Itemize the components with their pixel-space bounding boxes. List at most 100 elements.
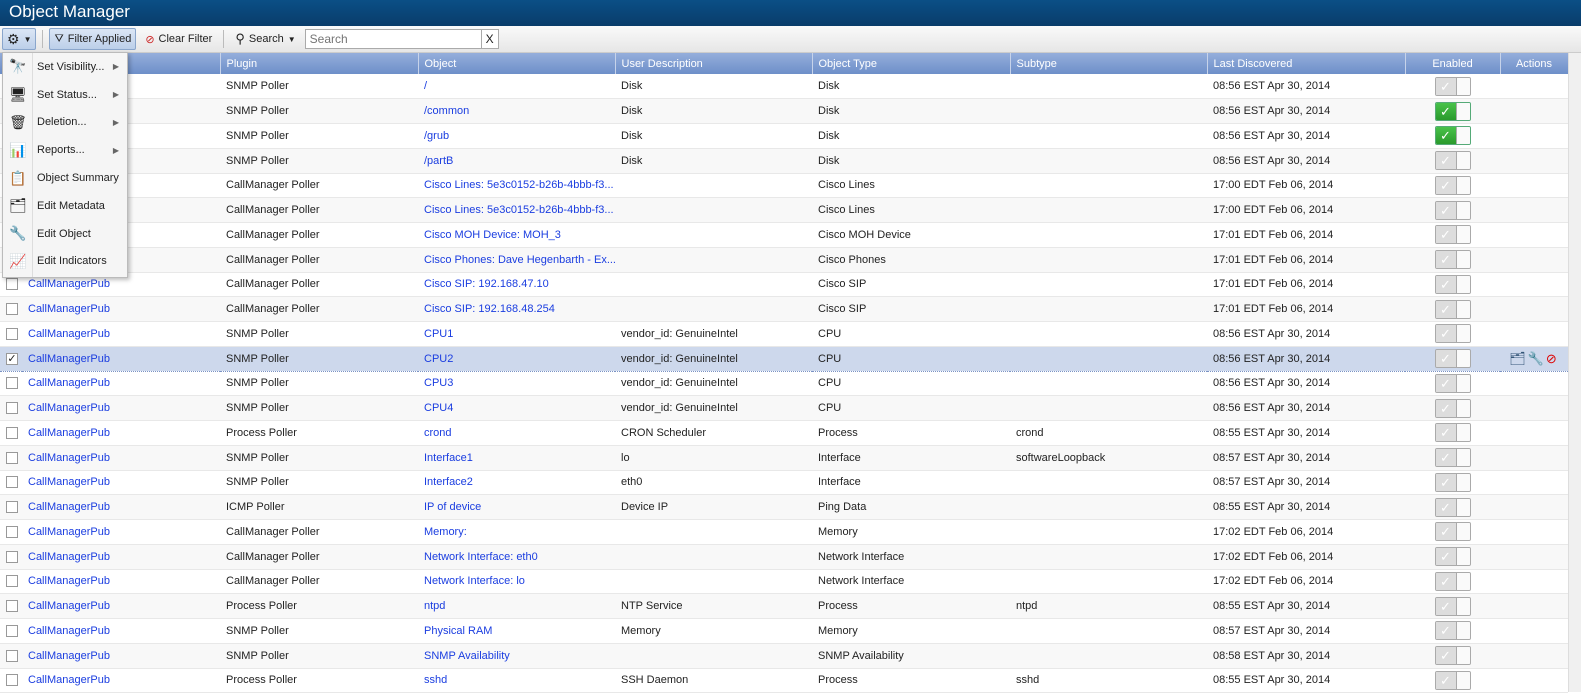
search-input[interactable] <box>305 30 481 48</box>
row-checkbox[interactable] <box>6 674 18 687</box>
cell-object[interactable]: CPU2 <box>418 345 615 372</box>
column-header[interactable]: Last Discovered <box>1207 53 1406 74</box>
row-checkbox[interactable] <box>6 525 18 538</box>
cell-object[interactable]: ntpd <box>418 593 615 619</box>
table-row[interactable]: CallManagerPub SNMP Poller CPU3 vendor_id: … <box>0 371 1568 397</box>
table-row[interactable]: CallManagerPub SNMP Poller SNMP Availabili… <box>0 643 1568 669</box>
table-row[interactable]: CallManager Poller Cisco Lines: 5e3c0152-… <box>0 197 1568 223</box>
cell-object[interactable]: CPU1 <box>418 321 615 347</box>
cell-device[interactable]: CallManagerPub <box>22 321 220 347</box>
enabled-toggle[interactable]: ✓ <box>1434 621 1471 641</box>
row-checkbox[interactable] <box>6 278 18 291</box>
column-header[interactable]: Subtype <box>1010 53 1208 74</box>
cell-device[interactable]: CallManagerPub <box>22 519 220 545</box>
table-row[interactable]: CallManagerPub CallManager Poller Cisco SI… <box>0 296 1568 322</box>
cell-device[interactable]: CallManagerPub <box>22 395 220 421</box>
cell-object[interactable]: CPU4 <box>418 395 615 421</box>
enabled-toggle[interactable]: ✓ <box>1434 522 1471 542</box>
enabled-toggle[interactable]: ✓ <box>1434 175 1471 195</box>
enabled-toggle[interactable]: ✓ <box>1434 398 1471 418</box>
menu-item-reports[interactable]: 📊 Reports... ▶ <box>3 136 127 164</box>
enabled-toggle[interactable]: ✓ <box>1434 274 1471 294</box>
clear-filter-button[interactable]: ⊘ Clear Filter <box>140 28 217 50</box>
filter-applied-button[interactable]: ⛛ Filter Applied <box>49 28 137 50</box>
enabled-toggle[interactable]: ✓ <box>1434 646 1471 666</box>
column-header[interactable]: Actions <box>1500 53 1569 74</box>
search-options-button[interactable]: ⚲ Search ▼ <box>230 28 300 50</box>
menu-item-set-status[interactable]: 🖥 Set Status... ▶ <box>3 81 127 109</box>
cell-device[interactable]: CallManagerPub <box>22 569 220 595</box>
enabled-toggle[interactable]: ✓ <box>1434 225 1471 245</box>
enabled-toggle[interactable]: ✓ <box>1434 126 1471 146</box>
menu-item-edit-metadata[interactable]: 🗂 Edit Metadata <box>3 192 127 220</box>
table-row[interactable]: CallManagerPub CallManager Poller Network … <box>0 569 1568 595</box>
cell-object[interactable]: / <box>418 74 615 100</box>
cell-object[interactable]: Physical RAM <box>418 618 615 644</box>
cell-object[interactable]: Network Interface: lo <box>418 569 615 595</box>
row-checkbox[interactable] <box>6 624 18 637</box>
table-row[interactable]: CallManager Poller Cisco Phones: Dave Heg… <box>0 247 1568 273</box>
enabled-toggle[interactable]: ✓ <box>1434 299 1471 319</box>
table-row[interactable]: CallManagerPub Process Poller ntpd NTP Serv… <box>0 593 1568 619</box>
enabled-toggle[interactable]: ✓ <box>1434 76 1471 96</box>
table-row[interactable]: SNMP Poller/partB Disk Disk 08:56 EST Apr 3… <box>0 148 1568 174</box>
cell-object[interactable]: /partB <box>418 148 615 174</box>
row-checkbox[interactable] <box>6 550 18 563</box>
clear-search-button[interactable]: X <box>480 30 498 48</box>
cell-object[interactable]: sshd <box>418 668 615 693</box>
row-checkbox[interactable] <box>6 476 18 489</box>
column-header[interactable]: User Description <box>615 53 813 74</box>
table-row[interactable]: CallManager Poller Cisco MOH Device: MOH_… <box>0 222 1568 248</box>
table-row[interactable]: ✓ CallManagerPub SNMP Poller CPU2 vendor_id:… <box>0 345 1568 372</box>
cell-object[interactable]: Cisco Lines: 5e3c0152-b26b-4bbb-f3... <box>418 173 615 199</box>
enabled-toggle[interactable]: ✓ <box>1434 497 1471 517</box>
table-row[interactable]: SNMP Poller/common Disk Disk 08:56 EST Apr … <box>0 98 1568 124</box>
enabled-toggle[interactable]: ✓ <box>1434 250 1471 270</box>
cell-device[interactable]: CallManagerPub <box>22 618 220 644</box>
menu-item-deletion[interactable]: 🗑 Deletion... ▶ <box>3 109 127 137</box>
cell-object[interactable]: Memory: <box>418 519 615 545</box>
cell-object[interactable]: Cisco SIP: 192.168.47.10 <box>418 272 615 298</box>
table-row[interactable]: CallManagerPub SNMP Poller CPU4 vendor_id: … <box>0 395 1568 421</box>
enabled-toggle[interactable]: ✓ <box>1434 571 1471 591</box>
row-checkbox[interactable] <box>6 600 18 613</box>
cell-device[interactable]: CallManagerPub <box>22 345 220 372</box>
column-header[interactable]: Plugin <box>220 53 419 74</box>
table-row[interactable]: CallManagerPub CallManager Poller Memory: M… <box>0 519 1568 545</box>
cell-device[interactable]: CallManagerPub <box>22 445 220 471</box>
vertical-scrollbar[interactable] <box>1568 53 1581 692</box>
menu-item-object-summary[interactable]: 📋 Object Summary <box>3 164 127 192</box>
column-header[interactable]: Enabled <box>1405 53 1501 74</box>
table-row[interactable]: CallManagerPub SNMP Poller CPU1 vendor_id: … <box>0 321 1568 347</box>
wrench-icon[interactable]: 🔧 <box>1528 351 1546 366</box>
cell-device[interactable]: CallManagerPub <box>22 593 220 619</box>
enabled-toggle[interactable]: ✓ <box>1434 151 1471 171</box>
cell-object[interactable]: crond <box>418 420 615 446</box>
enabled-toggle[interactable]: ✓ <box>1434 448 1471 468</box>
table-row[interactable]: CallManagerPub ICMP Poller IP of device Dev… <box>0 494 1568 520</box>
row-checkbox[interactable] <box>6 649 18 662</box>
table-row[interactable]: CallManagerPub SNMP Poller Interface1 lo Int… <box>0 445 1568 471</box>
enabled-toggle[interactable]: ✓ <box>1434 670 1471 690</box>
table-row[interactable]: CallManager Poller Cisco Lines: 5e3c0152-… <box>0 173 1568 199</box>
cell-object[interactable]: Cisco Lines: 5e3c0152-b26b-4bbb-f3... <box>418 197 615 223</box>
table-row[interactable]: CallManagerPub Process Poller crond CRON Sc… <box>0 420 1568 446</box>
enabled-toggle[interactable]: ✓ <box>1434 349 1471 369</box>
row-checkbox[interactable] <box>6 327 18 340</box>
cell-device[interactable]: CallManagerPub <box>22 544 220 570</box>
row-checkbox[interactable] <box>6 426 18 439</box>
table-row[interactable]: SNMP Poller/grub Disk Disk 08:56 EST Apr 30… <box>0 123 1568 149</box>
row-checkbox[interactable] <box>6 451 18 464</box>
menu-item-edit-indicators[interactable]: 📈 Edit Indicators <box>3 248 127 276</box>
row-checkbox[interactable] <box>6 402 18 415</box>
cell-object[interactable]: SNMP Availability <box>418 643 615 669</box>
table-row[interactable]: CallManagerPub CallManager Poller Network … <box>0 544 1568 570</box>
cell-object[interactable]: Cisco MOH Device: MOH_3 <box>418 222 615 248</box>
enabled-toggle[interactable]: ✓ <box>1434 373 1471 393</box>
menu-item-edit-object[interactable]: 🔧 Edit Object <box>3 220 127 248</box>
column-header[interactable]: Object <box>418 53 616 74</box>
cell-device[interactable]: CallManagerPub <box>22 420 220 446</box>
enabled-toggle[interactable]: ✓ <box>1434 324 1471 344</box>
row-checkbox[interactable] <box>6 575 18 588</box>
cell-device[interactable]: CallManagerPub <box>22 371 220 397</box>
